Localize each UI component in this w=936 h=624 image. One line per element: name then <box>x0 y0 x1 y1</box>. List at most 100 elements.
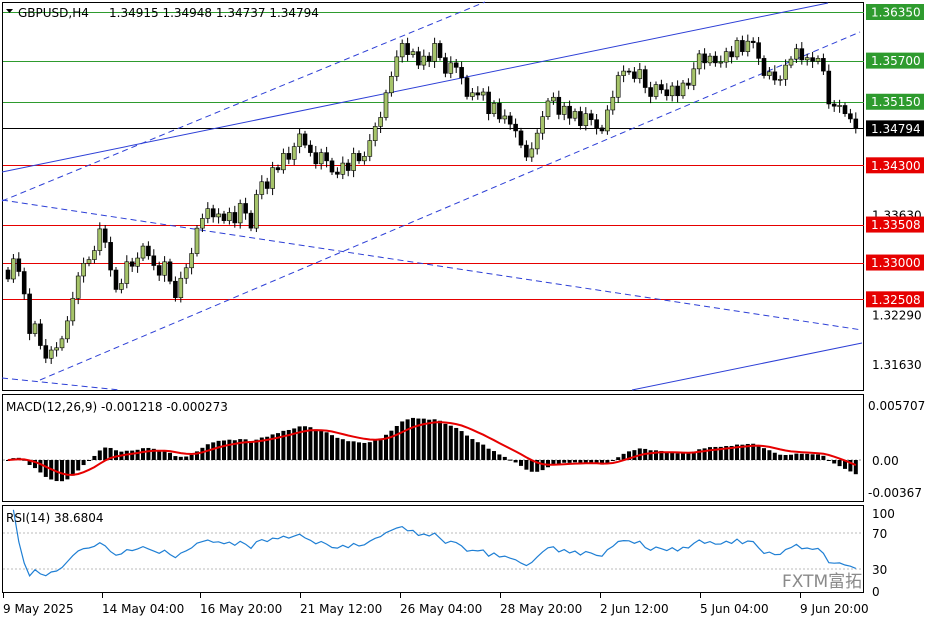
macd-bar <box>97 450 102 460</box>
macd-bar <box>168 452 172 460</box>
level-price-label: 1.36350 <box>871 6 921 20</box>
macd-bar <box>114 450 118 460</box>
macd-bar <box>38 460 43 473</box>
macd-bar <box>249 441 253 460</box>
macd-bar <box>681 453 685 460</box>
level-price-label: 1.32508 <box>871 293 921 307</box>
macd-bar <box>519 460 523 466</box>
candle <box>38 319 43 350</box>
time-axis: 9 May 2025 14 May 04:00 16 May 20:00 21 May… <box>3 593 869 616</box>
candle <box>254 189 259 233</box>
macd-bar <box>227 439 232 460</box>
macd-bar <box>438 420 442 460</box>
macd-bar <box>184 456 189 460</box>
macd-bar <box>87 460 91 461</box>
macd-bar <box>664 452 669 460</box>
macd-bar <box>405 419 410 460</box>
macd-bar <box>475 442 480 460</box>
rsi-title: RSI(14) 38.6804 <box>6 511 104 525</box>
candle <box>653 81 659 100</box>
candle <box>113 267 119 293</box>
macd-bar <box>783 455 788 460</box>
macd-bar <box>816 454 820 460</box>
macd-bar <box>324 432 329 460</box>
macd-bar <box>81 460 86 466</box>
macd-bar <box>556 460 561 464</box>
level-price-label: 1.33508 <box>871 218 921 232</box>
macd-bar <box>470 439 475 460</box>
macd-title: MACD(12,26,9) -0.001218 -0.000273 <box>6 400 228 414</box>
macd-bar <box>389 430 394 460</box>
macd-bar <box>173 456 178 460</box>
price-tick: 1.31630 <box>872 358 922 372</box>
level-price-label: 1.35700 <box>871 54 921 68</box>
macd-bar <box>92 455 97 460</box>
macd-bar <box>465 435 469 460</box>
macd-bar <box>708 447 712 460</box>
candle <box>518 127 524 149</box>
macd-bar <box>562 460 567 463</box>
rsi-tick-0: 0 <box>872 585 880 599</box>
macd-bar <box>670 452 675 460</box>
macd-bar <box>373 440 378 460</box>
macd-bar <box>351 441 356 460</box>
macd-bar <box>686 453 691 460</box>
chart-symbol-title: GBPUSD,H4 <box>18 6 89 20</box>
macd-bar <box>357 442 361 460</box>
macd-bar <box>826 459 831 461</box>
candle <box>27 288 32 341</box>
macd-bar <box>853 460 858 475</box>
candle <box>383 89 389 121</box>
macd-bar <box>367 442 372 460</box>
macd-bar <box>313 429 318 460</box>
macd-bar <box>130 450 135 460</box>
macd-bar <box>459 431 464 460</box>
macd-bar <box>141 448 145 460</box>
candle <box>437 40 443 61</box>
time-label: 2 Jun 12:00 <box>600 602 669 616</box>
macd-bar <box>583 460 588 463</box>
macd-bar <box>794 453 799 460</box>
time-label: 14 May 04:00 <box>102 602 184 616</box>
gbpusd-chart[interactable]: 1.363501.357001.351501.347941.343001.336… <box>0 0 936 624</box>
macd-bar <box>60 460 64 482</box>
macd-bar <box>508 459 513 461</box>
macd-bar <box>330 435 334 460</box>
macd-bar <box>492 451 496 460</box>
fxtm-watermark: FXTM富拓 <box>782 572 862 592</box>
candle <box>680 80 686 99</box>
macd-bar <box>400 421 405 460</box>
macd-bar <box>70 460 75 476</box>
chart-ohlc-values: 1.34915 1.34948 1.34737 1.34794 <box>109 6 319 20</box>
candle <box>464 74 470 100</box>
macd-bar <box>319 430 324 460</box>
candle <box>826 64 832 109</box>
macd-bar <box>178 456 183 460</box>
macd-bar <box>443 423 448 460</box>
rsi-tick-100: 100 <box>872 507 895 521</box>
macd-bar <box>378 438 383 460</box>
macd-bar <box>497 454 502 460</box>
macd-bar <box>411 417 415 460</box>
macd-bar <box>832 460 837 464</box>
macd-bar <box>756 445 761 460</box>
candle <box>248 210 254 232</box>
macd-bar <box>799 453 804 460</box>
time-label: 5 Jun 04:00 <box>700 602 769 616</box>
macd-bar <box>762 448 766 460</box>
price-tick: 1.32290 <box>872 309 922 323</box>
macd-bar <box>513 460 518 463</box>
price-axis: 1.363501.357001.351501.347941.343001.336… <box>866 4 924 372</box>
macd-bar <box>43 460 48 477</box>
macd-bar <box>157 450 162 460</box>
time-label: 26 May 04:00 <box>400 602 482 616</box>
macd-bar <box>502 456 507 460</box>
macd-bar <box>216 440 221 460</box>
macd-bar <box>772 452 777 460</box>
macd-bar <box>427 419 432 460</box>
macd-bar <box>767 450 772 460</box>
macd-tick-top: 0.005707 <box>868 399 925 413</box>
macd-bar <box>837 460 842 467</box>
candle <box>194 225 200 257</box>
macd-bar <box>448 425 453 460</box>
